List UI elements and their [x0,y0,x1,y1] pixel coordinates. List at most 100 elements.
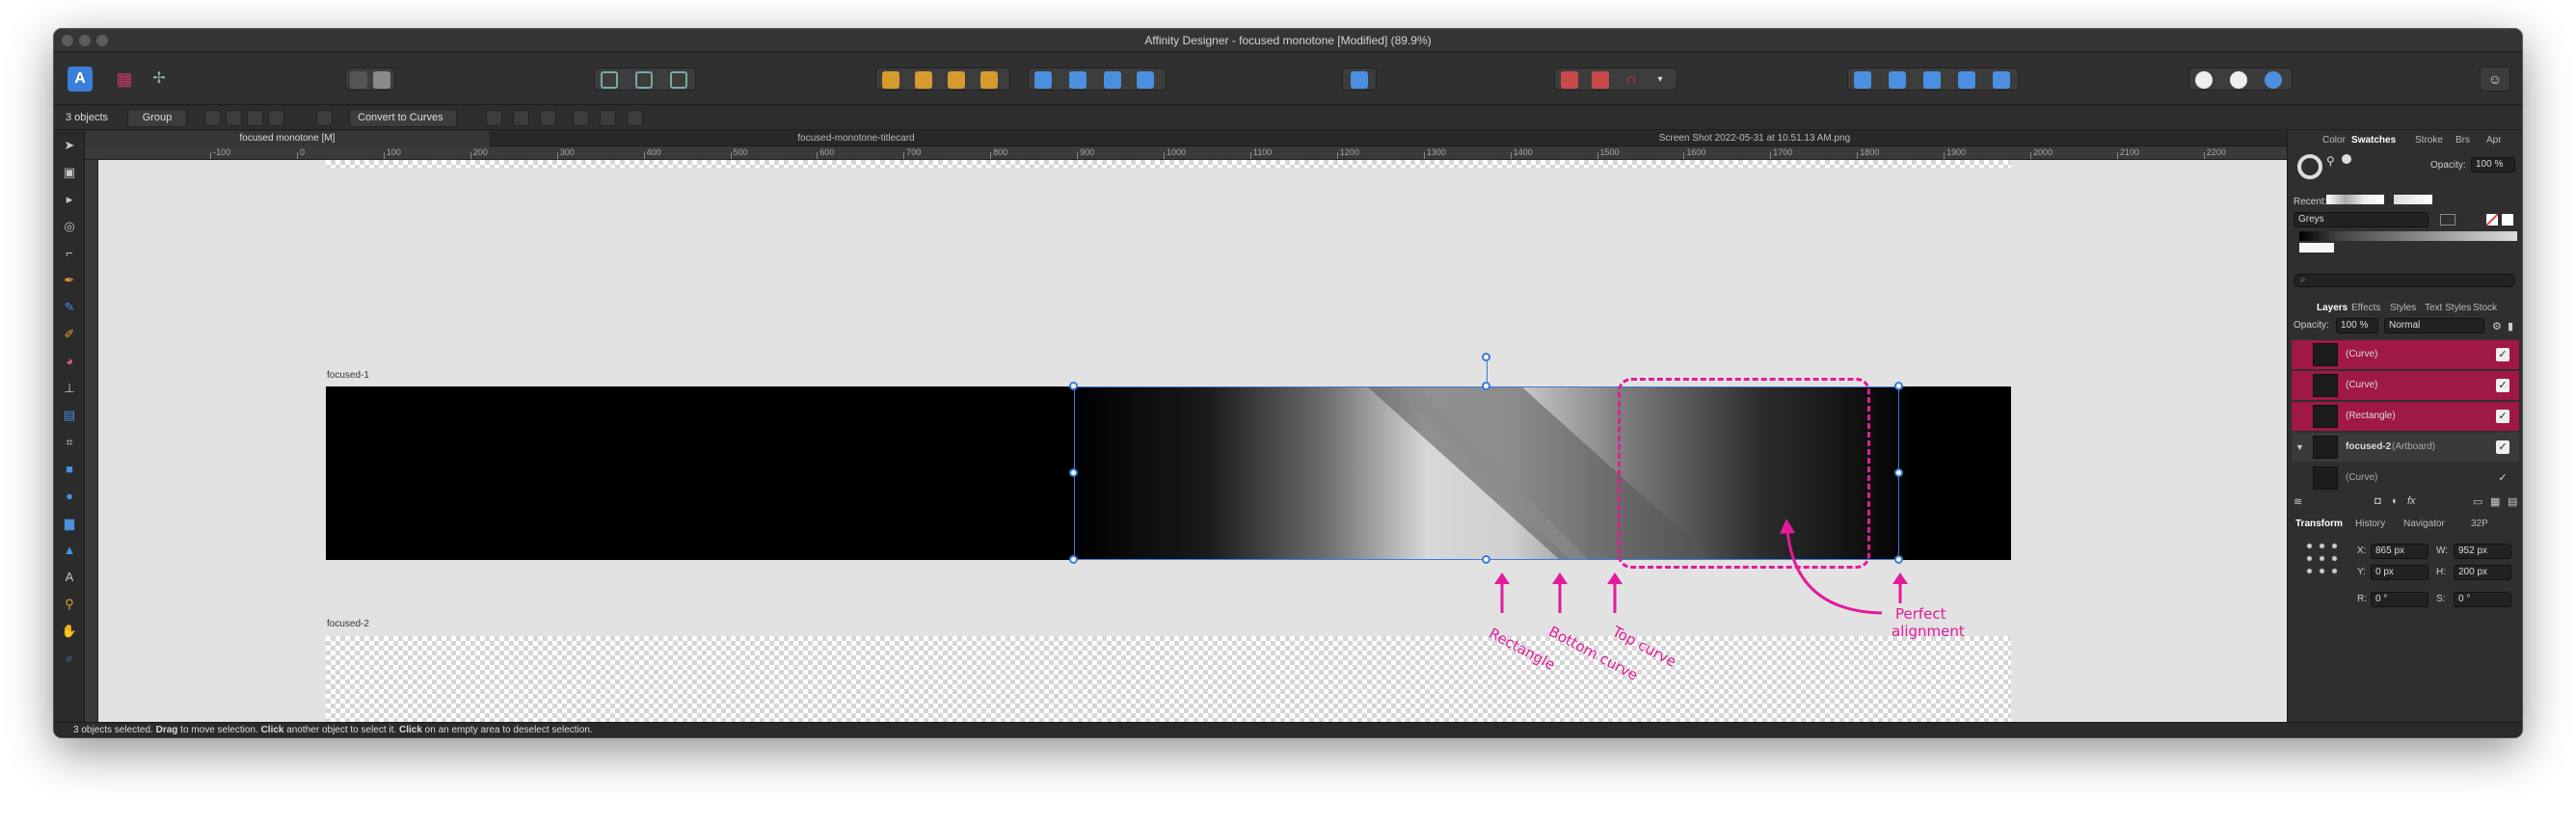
align-left-icon[interactable] [486,110,502,126]
light-swatches[interactable] [2299,243,2334,253]
crop-icon[interactable] [268,110,284,126]
hand-tool-icon[interactable]: ✋ [61,623,78,640]
corner-tool-icon[interactable]: ⌐ [61,245,78,262]
align-middle-icon[interactable] [600,110,616,126]
tab-stock[interactable]: Stock [2473,303,2497,313]
text-tool-icon[interactable]: A [61,569,78,586]
add-geometry-icon[interactable] [1854,71,1871,89]
context-icon[interactable] [2230,71,2247,89]
rotate-right-icon[interactable] [1137,71,1154,89]
snap-geometry-icon[interactable] [670,71,687,89]
rotate-left-icon[interactable] [1104,71,1121,89]
export-persona-icon[interactable]: ✢ [148,68,170,90]
palette-select[interactable]: Greys [2294,212,2428,227]
clipping-icon[interactable] [316,110,333,126]
snap-bounds-icon[interactable] [601,71,618,89]
y-field[interactable]: 0 px [2371,565,2428,580]
tab-navigator[interactable]: Navigator [2403,519,2445,529]
white-swatch[interactable] [2502,214,2513,226]
lock-icon[interactable]: ▮ [2508,320,2513,333]
document-tab[interactable]: focused-monotone-titlecard [490,131,1222,146]
tab-stroke[interactable]: Stroke [2415,135,2443,146]
snap-grid-icon[interactable] [635,71,653,89]
align-bottom-icon[interactable] [627,110,643,126]
layers-stack-icon[interactable]: ≋ [2294,495,2302,508]
zoom-tool-icon[interactable]: ⌕ [61,650,78,667]
group-layer-icon[interactable]: ▦ [2490,495,2500,508]
gear-icon[interactable]: ⚙ [2492,320,2502,333]
assistant-icon[interactable] [2195,71,2213,89]
grey-swatches[interactable] [2299,231,2517,241]
flip-vertical-icon[interactable] [1069,71,1087,89]
rounded-rect-tool-icon[interactable]: ▆ [61,515,78,532]
pixel-persona-icon[interactable]: ▦ [114,68,135,90]
account-icon[interactable]: ☺ [2480,67,2510,92]
chevron-down-icon[interactable]: ▾ [1653,71,1667,89]
group-button[interactable]: Group [127,109,187,127]
none-color-icon[interactable] [2486,214,2498,226]
selection-box-icon[interactable] [226,110,242,126]
align-center-icon[interactable] [513,110,529,126]
search-field[interactable]: ⌕ [2294,274,2515,287]
layer-row[interactable]: (Curve) ✓ [2292,340,2519,369]
canvas[interactable]: focused-1 focused-2 Rectangle Bottom cur… [98,160,2287,722]
pixel-view-icon[interactable] [373,71,390,89]
recent-swatches[interactable] [2326,195,2384,204]
visibility-checkbox[interactable]: ✓ [2496,379,2509,392]
align-right-icon[interactable] [540,110,556,126]
designer-persona-icon[interactable]: A [67,67,93,92]
move-to-front-icon[interactable] [980,71,998,89]
fill-tool-icon[interactable]: ◕ [61,353,78,370]
color-picker-icon[interactable]: ⚲ [61,596,78,613]
align-top-icon[interactable] [573,110,589,126]
color-wheel-icon[interactable] [2265,71,2282,89]
crop-tool-icon[interactable]: ⌗ [61,434,78,451]
layer-row[interactable]: (Curve) ✓ [2292,464,2519,492]
visibility-checkbox[interactable]: ✓ [2496,410,2509,423]
move-forward-icon[interactable] [948,71,965,89]
tab-text-styles[interactable]: Text Styles [2425,303,2471,313]
contour-tool-icon[interactable]: ◎ [61,218,78,235]
subtract-geometry-icon[interactable] [1889,71,1906,89]
brush-tool-icon[interactable]: ✐ [61,326,78,343]
tab-styles[interactable]: Styles [2390,303,2416,313]
rotation-field[interactable]: 0 ° [2371,592,2428,607]
artboard-tool-icon[interactable]: ▣ [61,164,78,181]
node-tool-icon[interactable]: ▸ [61,191,78,208]
shear-field[interactable]: 0 ° [2454,592,2511,607]
add-layer-icon[interactable]: ▭ [2473,495,2482,508]
tab-appearance[interactable]: Apr [2486,135,2502,146]
trash-icon[interactable]: ▤ [2508,495,2517,508]
fx-icon[interactable]: fx [2407,495,2416,507]
layer-row[interactable]: (Curve) ✓ [2292,371,2519,400]
tab-effects[interactable]: Effects [2351,303,2380,313]
select-all-icon[interactable] [247,110,263,126]
move-to-back-icon[interactable] [882,71,899,89]
layer-opacity-field[interactable]: 100 % [2336,318,2378,333]
align-icon[interactable] [1351,71,1368,89]
place-image-tool-icon[interactable]: ▤ [61,407,78,424]
tab-color[interactable]: Color [2322,135,2346,146]
document-tab[interactable]: Screen Shot 2022-05-31 at 10.51.13 AM.pn… [1222,131,2287,146]
ellipse-tool-icon[interactable]: ● [61,488,78,505]
layer-row[interactable]: ▼ focused-2 (Artboard) ✓ [2292,433,2519,462]
flip-horizontal-icon[interactable] [1034,71,1052,89]
layer-row[interactable]: (Rectangle) ✓ [2292,402,2519,431]
expand-icon[interactable]: ▼ [2295,433,2304,462]
context-color-icon[interactable] [2342,154,2351,164]
guides-icon[interactable] [1592,71,1609,89]
tab-history[interactable]: History [2355,519,2385,529]
h-field[interactable]: 200 px [2454,565,2511,580]
divide-geometry-icon[interactable] [1993,71,2010,89]
tab-layers[interactable]: Layers [2317,303,2348,313]
opacity-field[interactable]: 100 % [2471,157,2515,173]
transform-origin-icon[interactable] [204,110,221,126]
snapping-magnet-icon[interactable]: ∩ [1623,71,1640,89]
grid-icon[interactable] [1561,71,1578,89]
recent-gradients[interactable] [2394,195,2432,204]
eyedropper-icon[interactable]: ⚲ [2326,154,2335,168]
fill-stroke-well[interactable] [2297,154,2322,179]
pencil-tool-icon[interactable]: ✎ [61,299,78,316]
blend-mode-select[interactable]: Normal [2384,318,2484,333]
view-mode-icon[interactable] [350,71,367,89]
